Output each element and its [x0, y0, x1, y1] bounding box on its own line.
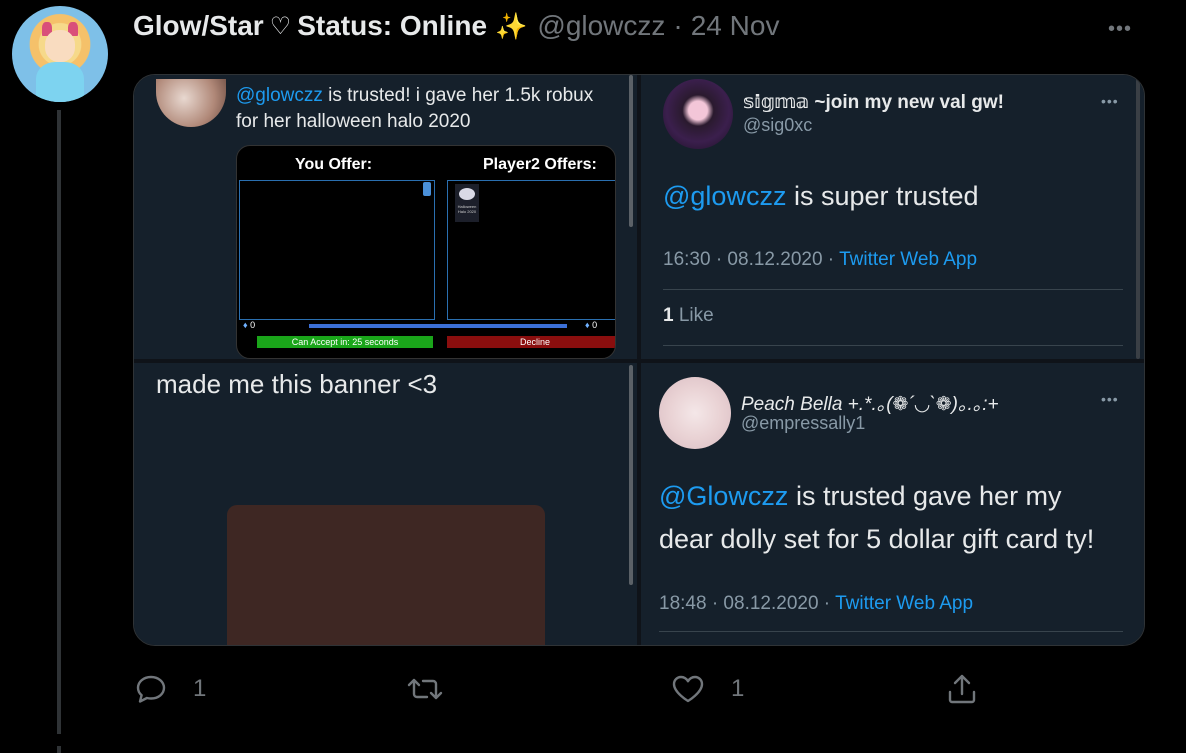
media-image-3[interactable]: made me this banner <3 [134, 363, 637, 645]
quoted-tweet-text: @glowczz is super trusted [663, 181, 979, 211]
you-offer-scroll [423, 182, 431, 196]
tweet-date[interactable]: 24 Nov [691, 10, 780, 42]
quoted-display-name: 𝕤𝕚𝕘𝕞𝕒 ~join my new val gw! [743, 92, 1004, 113]
quoted-handle: @sig0xc [743, 115, 813, 135]
more-options-icon: ••• [1101, 93, 1119, 109]
halo-item-name: Halloween Halo 2020 [457, 204, 477, 214]
divider [663, 345, 1123, 346]
scrollbar [629, 75, 633, 227]
scrollbar [629, 365, 633, 585]
halloween-halo-item: Halloween Halo 2020 [455, 184, 479, 222]
more-options-icon: ••• [1101, 391, 1119, 407]
you-offer-heading: You Offer: [295, 156, 373, 173]
likes-count: 1 Like [663, 305, 714, 326]
banner-image [227, 505, 545, 645]
quoted-avatar [659, 377, 731, 449]
robux-right: ♦ 0 [585, 320, 598, 330]
avatar[interactable] [12, 6, 108, 102]
avatar-face [45, 30, 75, 62]
quoted-tweet-meta: 16:30 · 08.12.2020 · Twitter Web App [663, 249, 978, 270]
thread-line-next [57, 746, 61, 753]
halo-thumbnail [459, 188, 475, 200]
reply-button[interactable]: 1 [135, 674, 206, 704]
source-app: Twitter Web App [839, 249, 978, 270]
source-app: Twitter Web App [835, 593, 974, 614]
retweet-button[interactable] [406, 674, 454, 704]
sparkles-icon: ✨ [495, 10, 528, 41]
header-separator: · [673, 10, 683, 41]
more-options-icon[interactable]: ••• [1108, 18, 1132, 41]
divider [659, 631, 1123, 632]
display-name[interactable]: Glow/Star [133, 10, 264, 42]
avatar-dress [36, 62, 84, 102]
quoted-avatar [663, 79, 733, 149]
quoted-avatar [156, 79, 226, 127]
scrollbar [1136, 75, 1140, 359]
quoted-tweet-text: made me this banner <3 [156, 369, 438, 399]
quoted-handle: @empressally1 [741, 413, 866, 433]
media-image-2[interactable]: 𝕤𝕚𝕘𝕞𝕒 ~join my new val gw! @sig0xc ••• @… [641, 75, 1144, 359]
tweet-header: Glow/Star ♡ Status: Online ✨ @glowczz · … [133, 8, 779, 44]
reply-icon [136, 675, 166, 703]
trade-notice-bar [309, 324, 567, 328]
decline-button: Decline [447, 336, 615, 348]
like-count: 1 [731, 675, 745, 702]
diamond-icon: ♦ [243, 320, 248, 330]
media-image-1[interactable]: @glowczz is trusted! i gave her 1.5k rob… [134, 75, 637, 359]
like-button[interactable]: 1 [671, 674, 744, 704]
you-offer-box [239, 180, 435, 320]
robux-left: ♦ 0 [243, 320, 256, 330]
heart-icon [672, 675, 704, 703]
accept-button: Can Accept in: 25 seconds [257, 336, 433, 348]
quoted-tweet-text: @glowczz is trusted! i gave her 1.5k rob… [236, 83, 596, 135]
reply-count: 1 [193, 675, 207, 702]
user-handle[interactable]: @glowczz [537, 10, 665, 42]
heart-outline-icon: ♡ [269, 12, 292, 40]
divider [663, 289, 1123, 290]
media-image-4[interactable]: Peach Bella +.*.｡(❁´◡`❁)｡.｡:+ @empressal… [641, 363, 1144, 645]
retweet-icon [407, 678, 443, 700]
trade-window: You Offer: Player2 Offers: Halloween Hal… [236, 145, 616, 359]
mention-link: @glowczz [236, 85, 323, 106]
player2-offers-heading: Player2 Offers: [483, 156, 597, 173]
quoted-tweet-text: @Glowczz is trusted gave her my dear doll… [659, 481, 1095, 554]
share-button[interactable] [945, 672, 979, 706]
status-text[interactable]: Status: Online [297, 10, 487, 42]
quoted-display-name: Peach Bella +.*.｡(❁´◡`❁)｡.｡:+ [741, 394, 999, 415]
quoted-tweet-meta: 18:48 · 08.12.2020 · Twitter Web App [659, 593, 974, 614]
thread-line [57, 110, 61, 734]
share-icon [948, 674, 976, 704]
diamond-icon: ♦ [585, 320, 590, 330]
media-grid[interactable]: @glowczz is trusted! i gave her 1.5k rob… [133, 74, 1145, 646]
